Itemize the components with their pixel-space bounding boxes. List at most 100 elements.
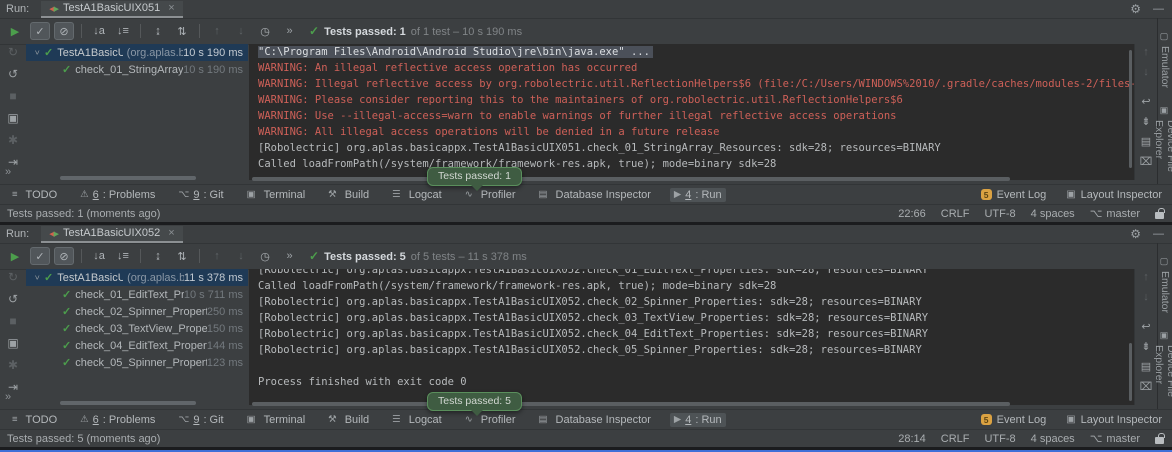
- gc-icon[interactable]: ✱: [8, 134, 18, 147]
- print-icon[interactable]: ▤: [1141, 361, 1151, 374]
- collapse-all-button[interactable]: ⇅: [172, 22, 192, 40]
- tool-tab-problems[interactable]: ⚠ 6 : Problems: [76, 413, 159, 427]
- hide-strip-chevron-icon[interactable]: »: [5, 166, 10, 178]
- run-config-tab[interactable]: ◀▶ TestA1BasicUIX052 ×: [41, 226, 182, 243]
- tool-tab-build[interactable]: ⚒ Build: [324, 188, 373, 202]
- hide-tool-window-icon[interactable]: —: [1153, 3, 1164, 15]
- next-occurrence-button[interactable]: ↓: [231, 22, 251, 40]
- expand-all-button[interactable]: ↨: [148, 22, 168, 40]
- test-tree-item[interactable]: ✓ check_03_TextView_Properties 150 ms: [26, 320, 248, 337]
- tool-tab-todo[interactable]: ≡ TODO: [8, 413, 61, 427]
- prev-occurrence-icon[interactable]: ↑: [1143, 271, 1149, 284]
- encoding-widget[interactable]: UTF-8: [984, 433, 1015, 445]
- sort-alphabetically-button[interactable]: ↓a: [89, 247, 109, 265]
- rerun-icon[interactable]: ↻: [8, 46, 18, 59]
- previous-occurrence-button[interactable]: ↑: [207, 247, 227, 265]
- test-tree-item[interactable]: ✓ check_05_Spinner_Properties 123 ms: [26, 354, 248, 371]
- gc-icon[interactable]: ✱: [8, 359, 18, 372]
- line-ending-widget[interactable]: CRLF: [941, 433, 970, 445]
- tool-tab-device-file-explorer[interactable]: ▣ Device File Explorer: [1153, 106, 1172, 184]
- screenshot-icon[interactable]: ▣: [7, 112, 18, 125]
- tool-tab-run[interactable]: ▶ 4 : Run: [670, 413, 726, 427]
- console-horizontal-scrollbar[interactable]: [252, 177, 1010, 181]
- caret-position-widget[interactable]: 28:14: [898, 433, 926, 445]
- sort-alphabetically-button[interactable]: ↓a: [89, 22, 109, 40]
- tool-tab-database-inspector[interactable]: ▤ Database Inspector: [535, 413, 655, 427]
- more-toolbar-button[interactable]: »: [279, 22, 299, 40]
- caret-position-widget[interactable]: 22:66: [898, 208, 926, 220]
- tool-tab-run[interactable]: ▶ 4 : Run: [670, 188, 726, 202]
- encoding-widget[interactable]: UTF-8: [984, 208, 1015, 220]
- scroll-to-end-icon[interactable]: ⇟: [1141, 341, 1150, 354]
- test-tree-root-row[interactable]: > ✓ TestA1BasicUIX052 (org.aplas.basica …: [26, 269, 248, 286]
- test-tree-item[interactable]: ✓ check_04_EditText_Properties 144 ms: [26, 337, 248, 354]
- stop-icon[interactable]: ■: [9, 315, 16, 328]
- settings-gear-icon[interactable]: ⚙: [1130, 2, 1141, 16]
- sort-by-duration-button[interactable]: ↓≡: [113, 247, 133, 265]
- next-occurrence-icon[interactable]: ↓: [1143, 291, 1149, 304]
- event-log-button[interactable]: 5 Event Log: [981, 414, 1047, 426]
- previous-occurrence-button[interactable]: ↑: [207, 22, 227, 40]
- stop-icon[interactable]: ■: [9, 90, 16, 103]
- layout-inspector-button[interactable]: ▣ Layout Inspector: [1066, 414, 1162, 426]
- console-output[interactable]: [Robolectric] org.aplas.basicappx.TestA1…: [249, 269, 1134, 405]
- tree-horizontal-scrollbar[interactable]: [60, 176, 196, 180]
- rerun-failed-tests-icon[interactable]: ↺: [8, 293, 18, 306]
- show-ignored-toggle[interactable]: ⊘: [54, 247, 74, 265]
- expand-all-button[interactable]: ↨: [148, 247, 168, 265]
- git-branch-widget[interactable]: ⌥ master: [1090, 207, 1140, 220]
- tool-tab-problems[interactable]: ⚠ 6 : Problems: [76, 188, 159, 202]
- indent-widget[interactable]: 4 spaces: [1031, 208, 1075, 220]
- test-tree-item[interactable]: ✓ check_01_EditText_Properties 10 s 711 …: [26, 286, 248, 303]
- settings-gear-icon[interactable]: ⚙: [1130, 227, 1141, 241]
- tool-tab-git[interactable]: ⌥ 9 : Git: [174, 188, 227, 202]
- console-horizontal-scrollbar[interactable]: [252, 402, 1010, 406]
- next-occurrence-icon[interactable]: ↓: [1143, 66, 1149, 79]
- prev-occurrence-icon[interactable]: ↑: [1143, 46, 1149, 59]
- write-access-lock-icon[interactable]: [1155, 437, 1164, 444]
- tool-tab-git[interactable]: ⌥ 9 : Git: [174, 413, 227, 427]
- git-branch-widget[interactable]: ⌥ master: [1090, 432, 1140, 445]
- test-tree-root-row[interactable]: > ✓ TestA1BasicUIX051 (org.aplas.basica …: [26, 44, 248, 61]
- tool-tab-device-file-explorer[interactable]: ▣ Device File Explorer: [1153, 331, 1172, 409]
- tool-tab-emulator[interactable]: ▢ Emulator: [1159, 257, 1171, 313]
- soft-wrap-icon[interactable]: ↩: [1141, 321, 1150, 334]
- scroll-to-end-icon[interactable]: ⇟: [1141, 116, 1150, 129]
- hide-tool-window-icon[interactable]: —: [1153, 228, 1164, 240]
- write-access-lock-icon[interactable]: [1155, 212, 1164, 219]
- show-ignored-toggle[interactable]: ⊘: [54, 22, 74, 40]
- tool-tab-logcat[interactable]: ☰ Logcat: [388, 188, 446, 202]
- layout-inspector-button[interactable]: ▣ Layout Inspector: [1066, 189, 1162, 201]
- console-vertical-scrollbar[interactable]: [1129, 343, 1132, 401]
- tool-tab-profiler[interactable]: ∿ Profiler: [461, 188, 520, 202]
- tool-tab-database-inspector[interactable]: ▤ Database Inspector: [535, 188, 655, 202]
- test-history-button[interactable]: ◷: [255, 247, 275, 265]
- soft-wrap-icon[interactable]: ↩: [1141, 96, 1150, 109]
- indent-widget[interactable]: 4 spaces: [1031, 433, 1075, 445]
- close-tab-icon[interactable]: ×: [168, 227, 174, 239]
- tree-horizontal-scrollbar[interactable]: [60, 401, 196, 405]
- console-vertical-scrollbar[interactable]: [1129, 50, 1132, 168]
- screenshot-icon[interactable]: ▣: [7, 337, 18, 350]
- tool-tab-profiler[interactable]: ∿ Profiler: [461, 413, 520, 427]
- test-tree-item[interactable]: ✓ check_02_Spinner_Properties 250 ms: [26, 303, 248, 320]
- sort-by-duration-button[interactable]: ↓≡: [113, 22, 133, 40]
- collapse-all-button[interactable]: ⇅: [172, 247, 192, 265]
- test-tree-item[interactable]: ✓ check_01_StringArray_Resources 10 s 19…: [26, 61, 248, 78]
- tool-tab-build[interactable]: ⚒ Build: [324, 413, 373, 427]
- clear-console-icon[interactable]: ⌧: [1140, 381, 1153, 394]
- tool-tab-terminal[interactable]: ▣ Terminal: [243, 188, 310, 202]
- show-passed-toggle[interactable]: ✓: [30, 247, 50, 265]
- print-icon[interactable]: ▤: [1141, 136, 1151, 149]
- more-toolbar-button[interactable]: »: [279, 247, 299, 265]
- tool-tab-terminal[interactable]: ▣ Terminal: [243, 413, 310, 427]
- test-history-button[interactable]: ◷: [255, 22, 275, 40]
- run-config-tab[interactable]: ◀▶ TestA1BasicUIX051 ×: [41, 1, 182, 18]
- tool-tab-emulator[interactable]: ▢ Emulator: [1159, 32, 1171, 88]
- tool-tab-logcat[interactable]: ☰ Logcat: [388, 413, 446, 427]
- next-occurrence-button[interactable]: ↓: [231, 247, 251, 265]
- rerun-tests-button[interactable]: ▶: [6, 250, 24, 263]
- chevron-down-icon[interactable]: >: [33, 48, 42, 58]
- console-output[interactable]: "C:\Program Files\Android\Android Studio…: [249, 44, 1134, 180]
- clear-console-icon[interactable]: ⌧: [1140, 156, 1153, 169]
